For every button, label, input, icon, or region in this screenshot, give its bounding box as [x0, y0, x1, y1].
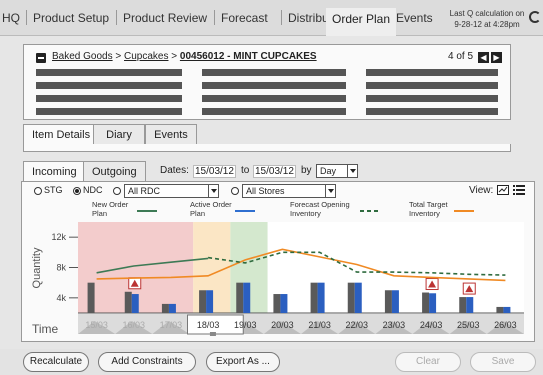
- x-tick-label: 19/03: [234, 320, 257, 330]
- bar-grey[interactable]: [161, 303, 169, 313]
- bar-blue[interactable]: [243, 282, 251, 313]
- bar-blue[interactable]: [429, 293, 437, 313]
- legend-label: New Order: [92, 200, 129, 209]
- export-button[interactable]: Export As ...: [206, 352, 280, 372]
- x-tick-label: 17/03: [160, 320, 183, 330]
- x-tick-label: 26/03: [494, 320, 517, 330]
- x-tick-label: 23/03: [383, 320, 406, 330]
- bar-grey[interactable]: [422, 292, 430, 313]
- bar-grey[interactable]: [273, 294, 281, 313]
- y-tick-label: 4k: [56, 293, 66, 303]
- x-tick-label: 25/03: [457, 320, 480, 330]
- legend-label: Total Target: [409, 200, 449, 209]
- legend-label: Plan: [92, 209, 107, 218]
- bar-blue[interactable]: [168, 303, 176, 313]
- bar-grey[interactable]: [384, 290, 392, 313]
- bar-blue[interactable]: [391, 290, 399, 313]
- bar-blue[interactable]: [466, 297, 474, 313]
- bar-grey[interactable]: [124, 291, 132, 313]
- x-tick-label: 22/03: [345, 320, 368, 330]
- save-button[interactable]: Save: [470, 352, 536, 372]
- footer-bar: Recalculate Add Constraints Export As ..…: [0, 349, 543, 375]
- bar-blue[interactable]: [354, 282, 362, 313]
- clear-button[interactable]: Clear: [395, 352, 461, 372]
- x-axis-label: Time: [32, 322, 59, 336]
- bar-grey[interactable]: [236, 282, 244, 313]
- bar-blue[interactable]: [317, 282, 325, 313]
- timeline-handle[interactable]: [209, 332, 216, 336]
- x-tick-label: 21/03: [308, 320, 331, 330]
- legend-label: Active Order: [190, 200, 232, 209]
- legend-label: Inventory: [409, 209, 440, 218]
- bar-blue[interactable]: [503, 306, 511, 313]
- bar-grey[interactable]: [459, 297, 467, 313]
- y-axis-label: Quantity: [31, 247, 43, 288]
- bar-grey[interactable]: [496, 306, 504, 313]
- legend-label: Inventory: [290, 209, 321, 218]
- x-tick-label: 16/03: [122, 320, 145, 330]
- y-tick-label: 12k: [51, 232, 66, 242]
- x-tick-label: 24/03: [420, 320, 443, 330]
- bar-grey[interactable]: [199, 290, 207, 313]
- bar-blue[interactable]: [206, 290, 214, 313]
- recalculate-button[interactable]: Recalculate: [23, 352, 89, 372]
- x-tick-label: 20/03: [271, 320, 294, 330]
- bar-grey[interactable]: [347, 282, 355, 313]
- add-constraints-button[interactable]: Add Constraints: [98, 352, 196, 372]
- bar-grey[interactable]: [310, 282, 318, 313]
- x-tick-label: 15/03: [85, 320, 108, 330]
- x-tick-label: 18/03: [197, 320, 220, 330]
- order-plan-chart: New OrderPlanActive OrderPlanForecast Op…: [31, 200, 524, 336]
- bar-blue[interactable]: [280, 294, 288, 313]
- legend-label: Plan: [190, 209, 205, 218]
- bar-blue[interactable]: [131, 294, 139, 313]
- legend-label: Forecast Opening: [290, 200, 350, 209]
- bar-grey[interactable]: [87, 282, 95, 313]
- y-tick-label: 8k: [56, 263, 66, 273]
